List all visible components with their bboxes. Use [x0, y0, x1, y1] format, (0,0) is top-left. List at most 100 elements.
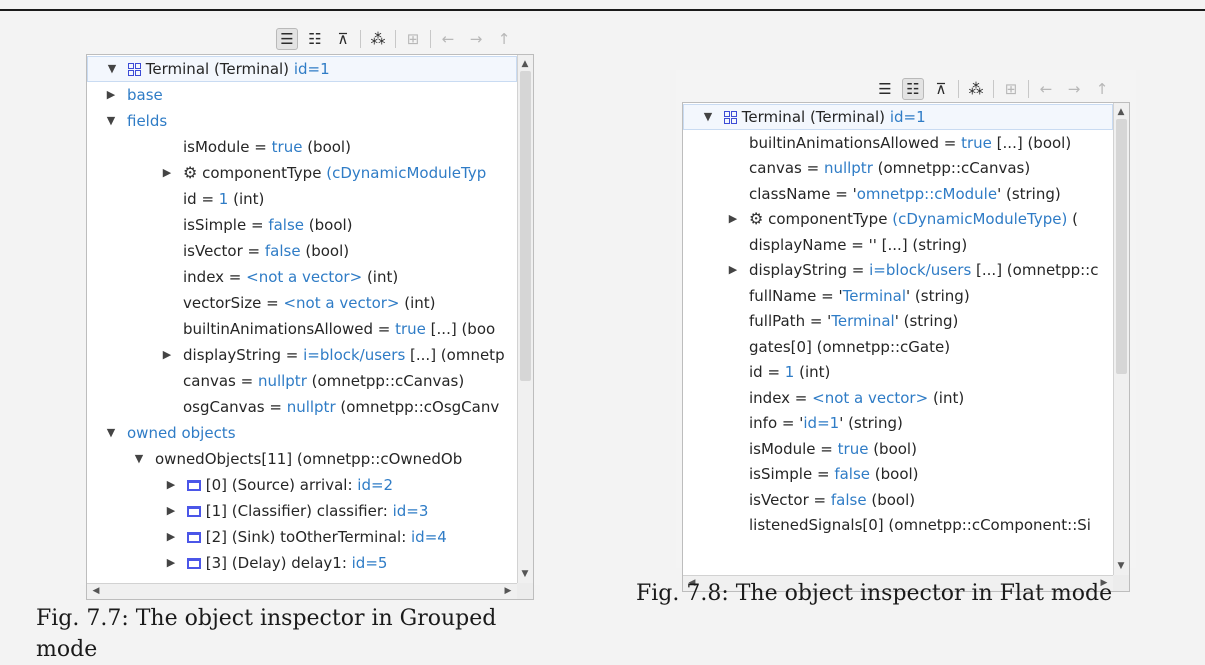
- back-arrow-icon[interactable]: ←: [1035, 78, 1057, 100]
- tree-row-label: Terminal (Terminal) id=1: [724, 105, 926, 129]
- collapsed-chevron-icon[interactable]: ▶: [161, 342, 173, 368]
- tree-row[interactable]: displayName = '' [...] (string): [683, 232, 1113, 258]
- collapsed-chevron-icon[interactable]: ▶: [165, 550, 177, 576]
- collapsed-chevron-icon[interactable]: ▶: [161, 160, 173, 186]
- grouped-tree-view[interactable]: ▼ Terminal (Terminal) id=1 ▶ base ▼ fields is…: [86, 54, 534, 600]
- toolbar-separator: [395, 30, 396, 48]
- scroll-down-icon[interactable]: ▼: [1114, 559, 1128, 573]
- forward-arrow-icon[interactable]: →: [465, 28, 487, 50]
- collapsed-chevron-icon[interactable]: ▶: [105, 82, 117, 108]
- tree-row[interactable]: ▶ [3] (Delay) delay1: id=5: [87, 550, 517, 576]
- tree-row-label: [3] (Delay) delay1: id=5: [187, 550, 387, 576]
- tree-row[interactable]: ▶ [2] (Sink) toOtherTerminal: id=4: [87, 524, 517, 550]
- tree-row[interactable]: info = 'id=1' (string): [683, 410, 1113, 436]
- tree-row[interactable]: vectorSize = <not a vector> (int): [87, 290, 517, 316]
- tree-row[interactable]: className = 'omnetpp::cModule' (string): [683, 181, 1113, 207]
- up-arrow-icon[interactable]: ↑: [493, 28, 515, 50]
- tree-row[interactable]: isSimple = false (bool): [87, 212, 517, 238]
- tree-row-label: osgCanvas = nullptr (omnetpp::cOsgCanv: [183, 398, 500, 416]
- collapsed-chevron-icon[interactable]: ▶: [727, 257, 739, 283]
- tree-row[interactable]: builtinAnimationsAllowed = true [...] (b…: [683, 130, 1113, 156]
- module-icon: [724, 107, 737, 124]
- scroll-up-icon[interactable]: ▲: [1114, 105, 1128, 119]
- expanded-chevron-icon[interactable]: ▼: [105, 420, 117, 446]
- tree-row[interactable]: gates[0] (omnetpp::cGate): [683, 334, 1113, 360]
- tree-row[interactable]: ▶ displayString = i=block/users [...] (om…: [683, 257, 1113, 283]
- tree-row[interactable]: ▶ ⚙ componentType (cDynamicModuleType) (: [683, 206, 1113, 232]
- tree-row-label: id = 1 (int): [749, 363, 831, 381]
- window-icon: [187, 480, 201, 491]
- scroll-left-icon[interactable]: ◀: [89, 584, 103, 598]
- tree-row[interactable]: isModule = true (bool): [683, 436, 1113, 462]
- tree-row[interactable]: isSimple = false (bool): [683, 461, 1113, 487]
- window-icon: [187, 532, 201, 543]
- toolbar-separator: [430, 30, 431, 48]
- vertical-scrollbar[interactable]: ▲ ▼: [1113, 103, 1129, 575]
- tree-row[interactable]: ▶ displayString = i=block/users [...] (om…: [87, 342, 517, 368]
- inheritance-mode-icon[interactable]: ⁂: [965, 78, 987, 100]
- tree-row[interactable]: canvas = nullptr (omnetpp::cCanvas): [87, 368, 517, 394]
- tree-row[interactable]: ▼ Terminal (Terminal) id=1: [683, 104, 1113, 130]
- tree-row[interactable]: ▼ fields: [87, 108, 517, 134]
- tree-row-label: gates[0] (omnetpp::cGate): [749, 337, 951, 356]
- tree-row-label: isVector = false (bool): [183, 242, 350, 260]
- tree-row[interactable]: ▶ ⚙ componentType (cDynamicModuleTyp: [87, 160, 517, 186]
- tree-row[interactable]: index = <not a vector> (int): [683, 385, 1113, 411]
- tree-row[interactable]: index = <not a vector> (int): [87, 264, 517, 290]
- collapsed-chevron-icon[interactable]: ▶: [727, 206, 739, 232]
- expanded-chevron-icon[interactable]: ▼: [105, 108, 117, 134]
- tree-row[interactable]: listenedSignals[0] (omnetpp::cComponent:…: [683, 512, 1113, 538]
- tree-row[interactable]: ▶ [0] (Source) arrival: id=2: [87, 472, 517, 498]
- scroll-right-icon[interactable]: ▶: [501, 584, 515, 598]
- tree-row[interactable]: isModule = true (bool): [87, 134, 517, 160]
- expanded-chevron-icon[interactable]: ▼: [702, 105, 714, 129]
- flat-mode-icon[interactable]: ⊼: [930, 78, 952, 100]
- window-icon: [187, 506, 201, 517]
- forward-arrow-icon[interactable]: →: [1063, 78, 1085, 100]
- grouped-mode-icon[interactable]: ☷: [304, 28, 326, 50]
- flat-tree-view[interactable]: ▼ Terminal (Terminal) id=1 builtinAnimati…: [682, 102, 1130, 592]
- flat-mode-icon[interactable]: ⊼: [332, 28, 354, 50]
- tree-row[interactable]: isVector = false (bool): [87, 238, 517, 264]
- expanded-chevron-icon[interactable]: ▼: [106, 57, 118, 81]
- back-arrow-icon[interactable]: ←: [437, 28, 459, 50]
- tree-row[interactable]: fullName = 'Terminal' (string): [683, 283, 1113, 309]
- children-mode-icon[interactable]: ☰: [874, 78, 896, 100]
- tree-row[interactable]: canvas = nullptr (omnetpp::cCanvas): [683, 155, 1113, 181]
- tree-row-label: owned objects: [127, 424, 236, 442]
- tree-row[interactable]: ▼ ownedObjects[11] (omnetpp::cOwnedOb: [87, 446, 517, 472]
- vertical-scrollbar[interactable]: ▲ ▼: [517, 55, 533, 583]
- layout-icon[interactable]: ⊞: [402, 28, 424, 50]
- grouped-caption-line2: mode: [36, 637, 98, 662]
- tree-row-label: info = 'id=1' (string): [749, 414, 903, 432]
- horizontal-scrollbar[interactable]: ◀ ▶: [87, 583, 517, 599]
- tree-row-label: canvas = nullptr (omnetpp::cCanvas): [183, 372, 465, 390]
- grouped-mode-icon[interactable]: ☷: [902, 78, 924, 100]
- tree-row[interactable]: ▼ Terminal (Terminal) id=1: [87, 56, 517, 82]
- grouped-caption: Fig. 7.7: The object inspector in Groupe…: [36, 603, 496, 665]
- tree-row[interactable]: id = 1 (int): [683, 359, 1113, 385]
- tree-row[interactable]: ▶ base: [87, 82, 517, 108]
- tree-row[interactable]: isVector = false (bool): [683, 487, 1113, 513]
- scroll-down-icon[interactable]: ▼: [518, 567, 532, 581]
- scrollbar-thumb[interactable]: [1116, 119, 1127, 374]
- tree-row[interactable]: id = 1 (int): [87, 186, 517, 212]
- tree-row[interactable]: fullPath = 'Terminal' (string): [683, 308, 1113, 334]
- collapsed-chevron-icon[interactable]: ▶: [165, 472, 177, 498]
- children-mode-icon[interactable]: ☰: [276, 28, 298, 50]
- tree-row-label: Terminal (Terminal) id=1: [128, 57, 330, 81]
- collapsed-chevron-icon[interactable]: ▶: [165, 524, 177, 550]
- collapsed-chevron-icon[interactable]: ▶: [165, 498, 177, 524]
- tree-row[interactable]: builtinAnimationsAllowed = true [...] (b…: [87, 316, 517, 342]
- tree-row[interactable]: ▶ [1] (Classifier) classifier: id=3: [87, 498, 517, 524]
- up-arrow-icon[interactable]: ↑: [1091, 78, 1113, 100]
- toolbar-separator: [360, 30, 361, 48]
- scroll-up-icon[interactable]: ▲: [518, 57, 532, 71]
- expanded-chevron-icon[interactable]: ▼: [133, 446, 145, 472]
- inheritance-mode-icon[interactable]: ⁂: [367, 28, 389, 50]
- scrollbar-thumb[interactable]: [520, 71, 531, 381]
- tree-row-label: builtinAnimationsAllowed = true [...] (b…: [749, 133, 1072, 152]
- tree-row[interactable]: osgCanvas = nullptr (omnetpp::cOsgCanv: [87, 394, 517, 420]
- layout-icon[interactable]: ⊞: [1000, 78, 1022, 100]
- tree-row[interactable]: ▼ owned objects: [87, 420, 517, 446]
